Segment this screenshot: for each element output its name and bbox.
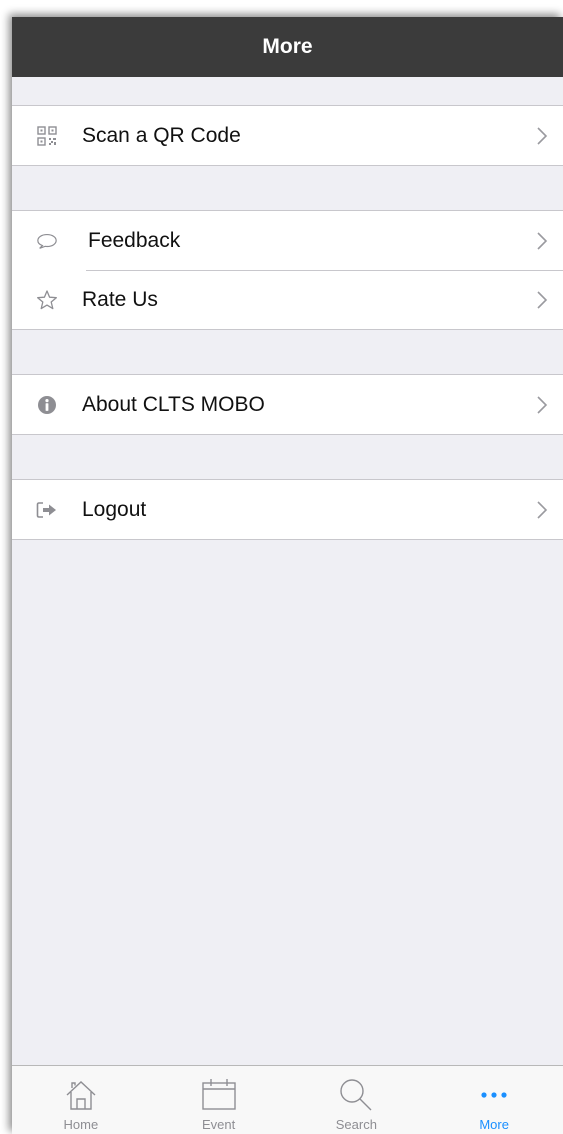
tab-home-label: Home [63,1117,99,1132]
feedback-item[interactable]: Feedback [12,211,563,270]
info-icon [36,394,58,416]
chevron-right-icon [537,231,548,250]
tab-search-label: Search [335,1117,377,1132]
rate-us-label: Rate Us [82,287,158,311]
chevron-right-icon [537,126,548,145]
rate-us-item[interactable]: Rate Us [12,270,563,329]
feedback-label: Feedback [88,228,181,252]
logout-item[interactable]: Logout [12,480,563,539]
chevron-right-icon [537,290,548,309]
page-title: More [262,35,313,58]
search-icon [338,1075,374,1115]
home-icon [64,1075,98,1115]
tab-bar: Home Event Search More [12,1065,563,1134]
tab-search[interactable]: Search [288,1066,426,1134]
scan-qr-code-label: Scan a QR Code [82,123,241,147]
scan-qr-code-item[interactable]: Scan a QR Code [12,106,563,165]
speech-bubble-icon [36,230,58,252]
tab-event[interactable]: Event [150,1066,288,1134]
menu-group-scan: Scan a QR Code [12,105,563,166]
chevron-right-icon [537,395,548,414]
calendar-icon [201,1075,237,1115]
tab-more[interactable]: More [425,1066,563,1134]
navigation-bar: More [12,17,563,77]
star-icon [36,289,58,311]
about-label: About CLTS MOBO [82,392,265,416]
tab-home[interactable]: Home [12,1066,150,1134]
logout-icon [36,499,58,521]
app-screen: More Scan a QR Code Feedback Rate Us Abo… [12,17,563,1134]
about-item[interactable]: About CLTS MOBO [12,375,563,434]
menu-group-feedback: Feedback Rate Us [12,210,563,330]
tab-more-label: More [479,1117,509,1132]
tab-event-label: Event [202,1117,236,1132]
chevron-right-icon [537,500,548,519]
menu-group-logout: Logout [12,479,563,540]
more-dots-icon [479,1075,509,1115]
logout-label: Logout [82,497,147,521]
qr-code-icon [36,125,58,147]
menu-group-about: About CLTS MOBO [12,374,563,435]
